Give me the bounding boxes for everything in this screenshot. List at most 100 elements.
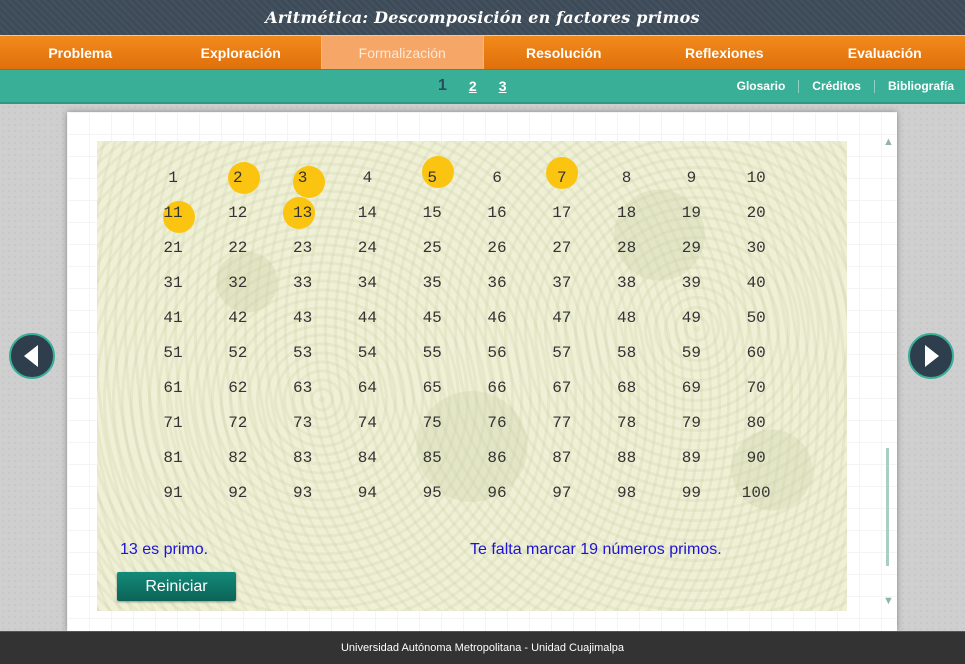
number-cell-92[interactable]: 92 [208,480,268,506]
number-cell-80[interactable]: 80 [726,410,786,436]
number-cell-42[interactable]: 42 [208,305,268,331]
number-cell-46[interactable]: 46 [467,305,527,331]
number-cell-36[interactable]: 36 [467,270,527,296]
number-cell-100[interactable]: 100 [726,480,786,506]
number-cell-39[interactable]: 39 [661,270,721,296]
number-cell-72[interactable]: 72 [208,410,268,436]
number-cell-87[interactable]: 87 [532,445,592,471]
number-cell-49[interactable]: 49 [661,305,721,331]
number-cell-3[interactable]: 3 [273,165,333,191]
number-cell-51[interactable]: 51 [143,340,203,366]
number-cell-70[interactable]: 70 [726,375,786,401]
number-cell-50[interactable]: 50 [726,305,786,331]
number-cell-25[interactable]: 25 [402,235,462,261]
number-cell-43[interactable]: 43 [273,305,333,331]
number-cell-17[interactable]: 17 [532,200,592,226]
number-cell-44[interactable]: 44 [337,305,397,331]
number-cell-6[interactable]: 6 [467,165,527,191]
number-cell-23[interactable]: 23 [273,235,333,261]
number-cell-27[interactable]: 27 [532,235,592,261]
number-cell-40[interactable]: 40 [726,270,786,296]
number-cell-14[interactable]: 14 [337,200,397,226]
number-cell-16[interactable]: 16 [467,200,527,226]
number-cell-64[interactable]: 64 [337,375,397,401]
number-cell-78[interactable]: 78 [597,410,657,436]
number-cell-69[interactable]: 69 [661,375,721,401]
number-cell-45[interactable]: 45 [402,305,462,331]
number-cell-38[interactable]: 38 [597,270,657,296]
number-cell-47[interactable]: 47 [532,305,592,331]
number-cell-58[interactable]: 58 [597,340,657,366]
number-cell-1[interactable]: 1 [143,165,203,191]
number-cell-94[interactable]: 94 [337,480,397,506]
number-cell-15[interactable]: 15 [402,200,462,226]
number-cell-89[interactable]: 89 [661,445,721,471]
scroll-up-icon[interactable]: ▲ [883,136,893,148]
number-cell-68[interactable]: 68 [597,375,657,401]
number-cell-7[interactable]: 7 [532,165,592,191]
nav-item-formalización[interactable]: Formalización [321,36,484,69]
number-cell-32[interactable]: 32 [208,270,268,296]
nav-item-reflexiones[interactable]: Reflexiones [644,36,805,69]
number-cell-56[interactable]: 56 [467,340,527,366]
number-cell-48[interactable]: 48 [597,305,657,331]
number-cell-37[interactable]: 37 [532,270,592,296]
number-cell-5[interactable]: 5 [402,165,462,191]
nav-item-evaluación[interactable]: Evaluación [805,36,965,69]
next-arrow-button[interactable] [908,333,954,379]
number-cell-10[interactable]: 10 [726,165,786,191]
number-cell-91[interactable]: 91 [143,480,203,506]
number-cell-95[interactable]: 95 [402,480,462,506]
number-cell-99[interactable]: 99 [661,480,721,506]
number-cell-11[interactable]: 11 [143,200,203,226]
nav-item-exploración[interactable]: Exploración [161,36,322,69]
number-cell-79[interactable]: 79 [661,410,721,436]
number-cell-22[interactable]: 22 [208,235,268,261]
number-cell-18[interactable]: 18 [597,200,657,226]
number-cell-24[interactable]: 24 [337,235,397,261]
number-cell-28[interactable]: 28 [597,235,657,261]
reset-button[interactable]: Reiniciar [117,572,236,601]
number-cell-33[interactable]: 33 [273,270,333,296]
number-cell-21[interactable]: 21 [143,235,203,261]
number-cell-20[interactable]: 20 [726,200,786,226]
number-cell-82[interactable]: 82 [208,445,268,471]
number-cell-63[interactable]: 63 [273,375,333,401]
scrollbar-thumb[interactable] [886,448,889,566]
number-cell-19[interactable]: 19 [661,200,721,226]
number-cell-2[interactable]: 2 [208,165,268,191]
creditos-link[interactable]: Créditos [812,79,861,93]
number-cell-60[interactable]: 60 [726,340,786,366]
previous-arrow-button[interactable] [9,333,55,379]
number-cell-98[interactable]: 98 [597,480,657,506]
number-cell-4[interactable]: 4 [337,165,397,191]
number-cell-96[interactable]: 96 [467,480,527,506]
bibliografia-link[interactable]: Bibliografía [888,79,954,93]
number-cell-31[interactable]: 31 [143,270,203,296]
number-cell-74[interactable]: 74 [337,410,397,436]
number-cell-57[interactable]: 57 [532,340,592,366]
number-cell-77[interactable]: 77 [532,410,592,436]
number-cell-62[interactable]: 62 [208,375,268,401]
number-cell-52[interactable]: 52 [208,340,268,366]
number-cell-85[interactable]: 85 [402,445,462,471]
number-cell-73[interactable]: 73 [273,410,333,436]
number-cell-93[interactable]: 93 [273,480,333,506]
number-cell-88[interactable]: 88 [597,445,657,471]
number-cell-12[interactable]: 12 [208,200,268,226]
number-cell-65[interactable]: 65 [402,375,462,401]
number-cell-53[interactable]: 53 [273,340,333,366]
number-cell-67[interactable]: 67 [532,375,592,401]
page-link-3[interactable]: 3 [499,78,507,94]
number-cell-41[interactable]: 41 [143,305,203,331]
number-cell-81[interactable]: 81 [143,445,203,471]
nav-item-problema[interactable]: Problema [0,36,161,69]
glosario-link[interactable]: Glosario [737,79,786,93]
number-cell-61[interactable]: 61 [143,375,203,401]
number-cell-30[interactable]: 30 [726,235,786,261]
number-cell-26[interactable]: 26 [467,235,527,261]
page-link-2[interactable]: 2 [469,78,477,94]
number-cell-9[interactable]: 9 [661,165,721,191]
number-cell-97[interactable]: 97 [532,480,592,506]
number-cell-83[interactable]: 83 [273,445,333,471]
